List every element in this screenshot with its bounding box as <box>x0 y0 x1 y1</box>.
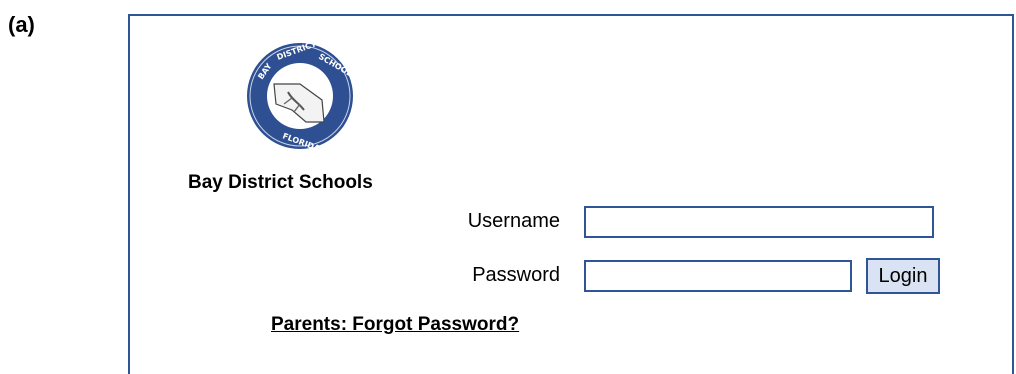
password-input[interactable] <box>584 260 852 292</box>
organization-name: Bay District Schools <box>188 172 373 193</box>
panel-label: (a) <box>8 12 35 37</box>
login-button[interactable]: Login <box>866 258 940 294</box>
username-input[interactable] <box>584 206 934 238</box>
forgot-password-link[interactable]: Parents: Forgot Password? <box>271 314 519 336</box>
school-seal-icon: BAY DISTRICT SCHOOLS FLORIDA <box>247 40 356 152</box>
password-label: Password <box>472 264 560 286</box>
username-label: Username <box>467 210 560 232</box>
